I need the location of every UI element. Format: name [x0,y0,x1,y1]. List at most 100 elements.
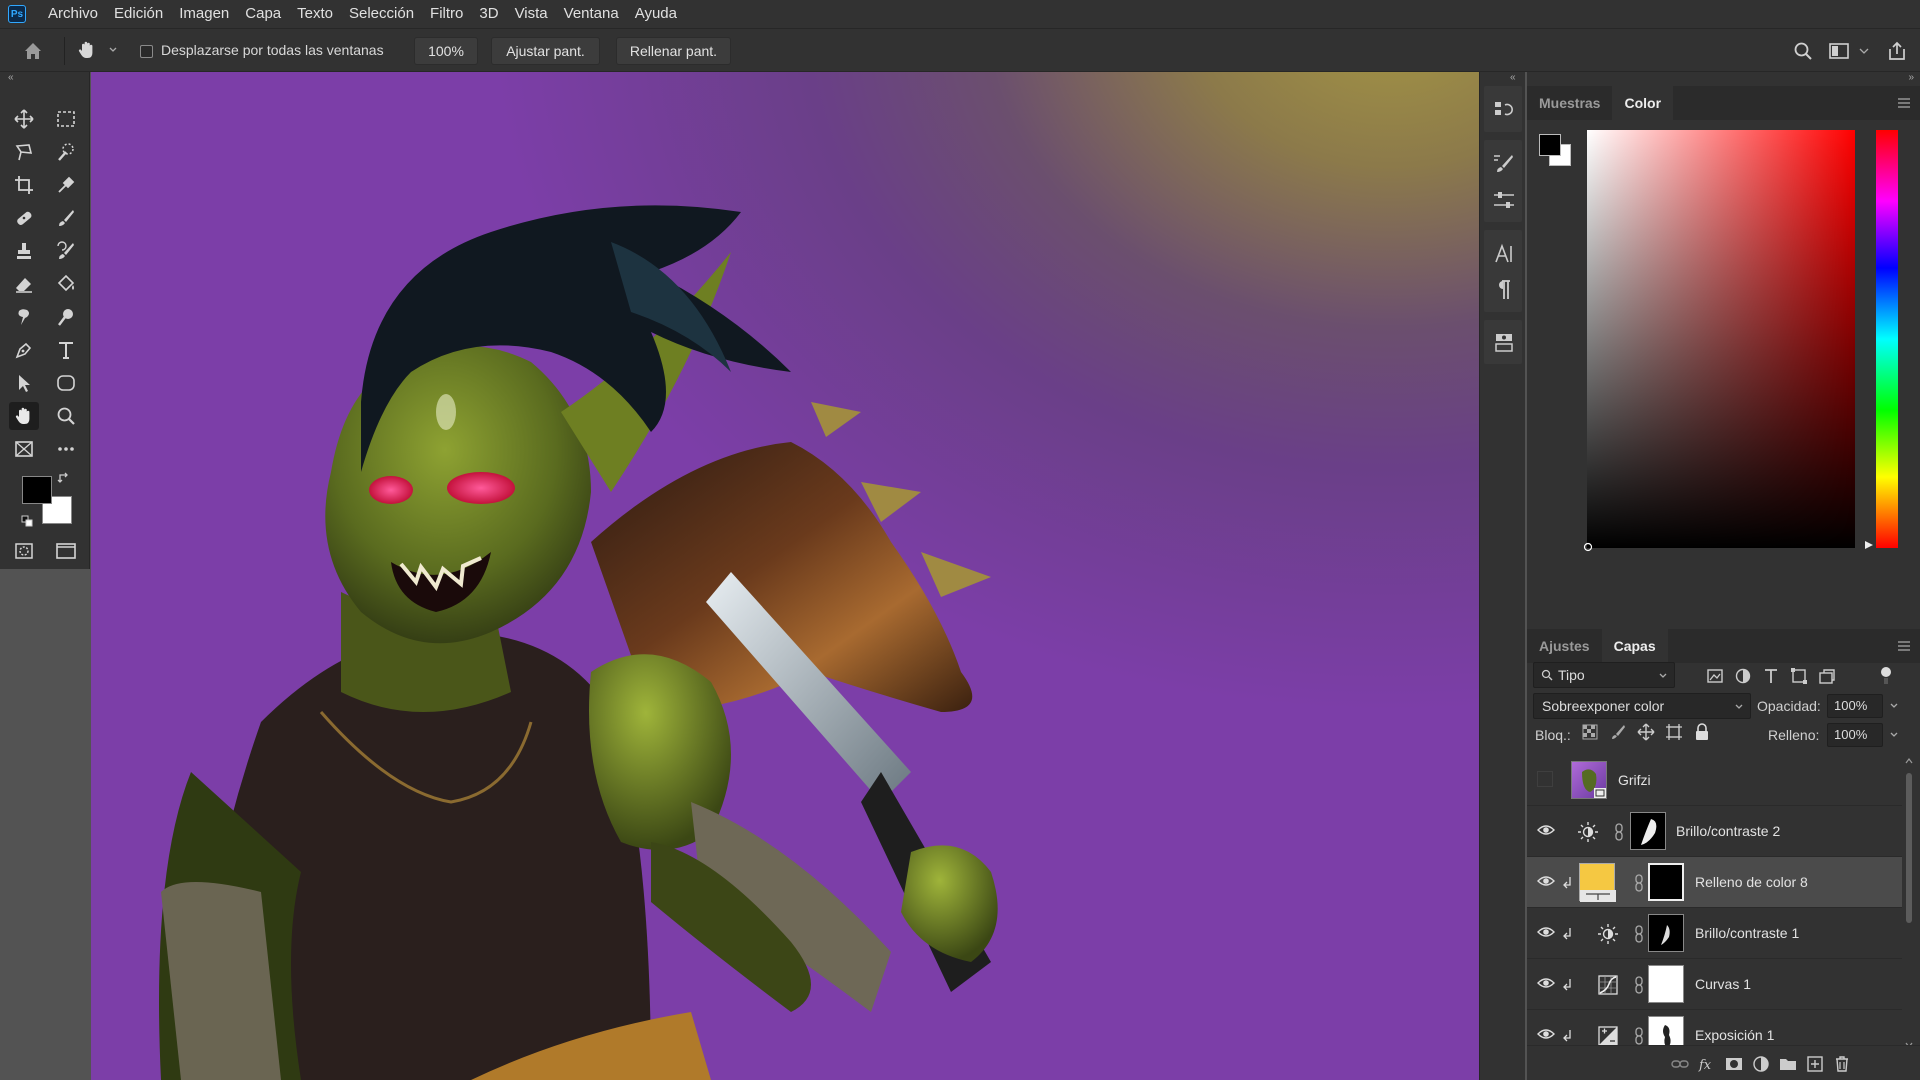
color-fill-thumbnail[interactable] [1579,863,1616,902]
chain-link-icon[interactable] [1634,976,1644,994]
trash-icon[interactable] [1832,1054,1852,1074]
layer-mask-thumbnail[interactable] [1648,965,1684,1003]
share-icon[interactable] [1886,40,1908,62]
scroll-up-icon[interactable] [1905,757,1913,765]
layer-mask-thumbnail[interactable] [1648,863,1684,901]
hand-tool-preset-icon[interactable] [76,39,98,61]
menu-ayuda[interactable]: Ayuda [627,0,685,28]
layer-row-brillo-contraste-2[interactable]: Brillo/contraste 2 [1527,806,1902,857]
eyedropper-tool-icon[interactable] [51,171,81,199]
scroll-all-windows-checkbox[interactable] [140,45,153,58]
menu-imagen[interactable]: Imagen [171,0,237,28]
hand-tool-icon[interactable] [9,402,39,430]
lock-position-icon[interactable] [1637,723,1655,741]
more-tools-icon[interactable] [51,435,81,463]
brush-settings-icon[interactable] [1492,152,1516,176]
brush-tool-icon[interactable] [51,204,81,232]
healing-brush-tool-icon[interactable] [9,204,39,232]
filter-smart-objects-icon[interactable] [1817,666,1837,686]
tab-color[interactable]: Color [1612,86,1674,120]
layers-scroll-thumb[interactable] [1906,773,1912,923]
default-colors-icon[interactable] [20,514,34,528]
3d-panel-icon[interactable] [1492,330,1516,354]
dodge-tool-icon[interactable] [51,303,81,331]
marquee-tool-icon[interactable] [51,105,81,133]
crop-tool-icon[interactable] [9,171,39,199]
hue-slider[interactable] [1876,130,1898,548]
lock-all-icon[interactable] [1693,723,1711,741]
fit-screen-button[interactable]: Ajustar pant. [491,37,600,65]
layer-row-grifzi[interactable]: Grifzi [1527,755,1902,806]
menu-vista[interactable]: Vista [507,0,556,28]
collapse-arrows-icon[interactable]: » [1908,72,1914,83]
filter-shape-layers-icon[interactable] [1789,666,1809,686]
tab-ajustes[interactable]: Ajustes [1527,629,1602,663]
home-icon[interactable] [22,40,44,62]
new-layer-icon[interactable] [1805,1054,1825,1074]
layer-mask-thumbnail[interactable] [1630,812,1666,850]
menu-capa[interactable]: Capa [237,0,289,28]
menu-seleccion[interactable]: Selección [341,0,422,28]
move-tool-icon[interactable] [9,105,39,133]
zoom-tool-icon[interactable] [51,402,81,430]
clone-stamp-tool-icon[interactable] [9,237,39,265]
layer-mask-thumbnail[interactable] [1648,914,1684,952]
frame-tool-icon[interactable] [9,435,39,463]
new-group-folder-icon[interactable] [1778,1054,1798,1074]
filter-pixel-layers-icon[interactable] [1705,666,1725,686]
zoom-percent-field[interactable]: 100% [414,37,478,65]
eraser-tool-icon[interactable] [9,270,39,298]
fx-layer-style-icon[interactable]: fx [1697,1054,1717,1074]
filter-toggle-icon[interactable] [1879,666,1893,686]
swap-colors-icon[interactable] [56,470,72,486]
menu-archivo[interactable]: Archivo [40,0,106,28]
path-selection-tool-icon[interactable] [9,369,39,397]
type-tool-icon[interactable] [51,336,81,364]
foreground-color-swatch-top[interactable] [22,476,52,504]
fill-screen-button[interactable]: Rellenar pant. [616,37,731,65]
character-panel-icon[interactable] [1492,242,1516,266]
filter-type-layers-icon[interactable] [1761,666,1781,686]
menu-filtro[interactable]: Filtro [422,0,471,28]
lasso-tool-icon[interactable] [9,138,39,166]
panel-menu-icon[interactable] [1898,98,1910,108]
smudge-tool-icon[interactable] [9,303,39,331]
add-mask-icon[interactable] [1724,1054,1744,1074]
collapse-arrows-icon[interactable]: « [8,72,14,83]
lock-transparent-pixels-icon[interactable] [1581,723,1599,741]
workspace-chevron-down-icon[interactable] [1858,40,1870,62]
lock-image-pixels-icon[interactable] [1609,723,1627,741]
adjustments-sliders-icon[interactable] [1492,188,1516,212]
quick-mask-icon[interactable] [9,537,39,565]
eye-icon[interactable] [1537,874,1555,888]
new-adjustment-layer-icon[interactable] [1751,1054,1771,1074]
document-canvas[interactable] [91,72,1479,1080]
menu-3d[interactable]: 3D [471,0,506,28]
layer-visibility-toggle[interactable] [1537,771,1553,787]
eye-icon[interactable] [1537,976,1555,990]
collapse-arrows-icon[interactable]: « [1510,72,1516,83]
screen-mode-icon[interactable] [51,537,81,565]
lock-artboard-icon[interactable] [1665,723,1683,741]
workspace-icon[interactable] [1828,40,1850,62]
paragraph-panel-icon[interactable] [1492,278,1516,302]
paint-bucket-tool-icon[interactable] [51,270,81,298]
fill-chevron-down-icon[interactable] [1889,730,1899,740]
tab-capas[interactable]: Capas [1601,629,1668,663]
fill-field[interactable]: 100% [1827,723,1883,747]
eye-icon[interactable] [1537,823,1555,837]
saturation-brightness-field[interactable] [1583,130,1855,552]
pen-tool-icon[interactable] [9,336,39,364]
layer-row-relleno-de-color-8[interactable]: Relleno de color 8 [1527,857,1902,908]
menu-ventana[interactable]: Ventana [556,0,627,28]
search-icon[interactable] [1792,40,1814,62]
tab-muestras[interactable]: Muestras [1527,86,1612,120]
chain-link-icon[interactable] [1614,823,1624,841]
hue-slider-handle-icon[interactable] [1864,540,1874,550]
opacity-field[interactable]: 100% [1827,694,1883,718]
chevron-down-icon[interactable] [108,45,118,55]
layers-scrollbar[interactable] [1904,755,1914,1051]
menu-edicion[interactable]: Edición [106,0,171,28]
menu-texto[interactable]: Texto [289,0,341,28]
chain-link-icon[interactable] [1634,925,1644,943]
